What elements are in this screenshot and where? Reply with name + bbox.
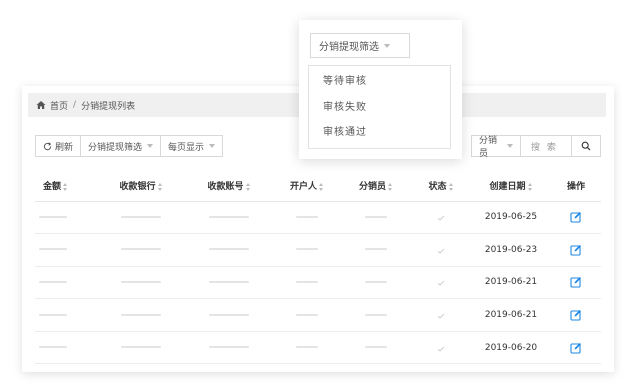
redacted-cell — [273, 233, 341, 267]
date-cell: 2019-06-21 — [471, 298, 551, 332]
breadcrumb-home[interactable]: 首页 — [50, 99, 68, 112]
redacted-cell — [97, 298, 185, 332]
breadcrumb-current: 分销提现列表 — [81, 101, 136, 112]
redacted-cell — [341, 266, 411, 300]
redacted-cell — [97, 266, 185, 300]
filter-label: 分销提现筛选 — [88, 142, 143, 153]
edit-icon[interactable] — [570, 276, 582, 289]
refresh-icon — [43, 141, 52, 150]
redacted-cell — [341, 233, 411, 267]
table-row: 2019-06-20 — [35, 331, 601, 365]
status-check-icon — [437, 312, 445, 319]
search-button[interactable] — [571, 135, 601, 157]
status-cell — [411, 298, 471, 332]
edit-icon[interactable] — [570, 244, 582, 256]
redacted-cell — [35, 331, 97, 365]
chevron-down-icon — [209, 144, 216, 148]
filter-option-pending[interactable]: 等待审核 — [309, 69, 450, 95]
status-cell — [411, 201, 471, 235]
seller-label: 分销员 — [479, 136, 498, 159]
toolbar: 刷新 分销提现筛选 每页显示 — [35, 135, 224, 157]
search-input[interactable]: 搜 索 — [520, 135, 572, 157]
redacted-cell — [97, 233, 185, 267]
refresh-button[interactable]: 刷新 — [35, 135, 82, 157]
action-cell — [551, 266, 601, 300]
table-row: 2019-06-23 — [35, 233, 601, 267]
redacted-cell — [185, 298, 273, 332]
seller-select[interactable]: 分销员 — [471, 135, 521, 159]
status-cell — [411, 331, 471, 365]
filter-options-list: 等待审核 审核失败 审核通过 — [308, 65, 451, 149]
per-page-label: 每页显示 — [168, 142, 205, 153]
redacted-cell — [273, 266, 341, 300]
search-tools: 分销员 搜 索 — [471, 135, 601, 159]
redacted-cell — [341, 201, 411, 235]
col-date[interactable]: 创建日期 — [471, 171, 551, 202]
redacted-cell — [97, 331, 185, 365]
redacted-cell — [341, 298, 411, 332]
filter-dropdown-label: 分销提现筛选 — [319, 42, 379, 53]
redacted-cell — [273, 331, 341, 365]
status-check-icon — [437, 279, 445, 287]
date-cell: 2019-06-23 — [471, 233, 551, 267]
col-amount[interactable]: 金额 — [35, 171, 97, 202]
action-cell — [551, 233, 601, 267]
filter-option-approved[interactable]: 审核通过 — [309, 120, 450, 146]
withdrawal-table: 金额 收款银行 收款账号 开户人 分销员 状态 创建日期 操作 2019-06-… — [35, 171, 601, 365]
col-seller[interactable]: 分销员 — [341, 171, 411, 202]
redacted-cell — [185, 266, 273, 300]
col-holder[interactable]: 开户人 — [273, 171, 341, 202]
table-row: 2019-06-25 — [35, 201, 601, 235]
col-status[interactable]: 状态 — [411, 171, 471, 202]
redacted-cell — [273, 298, 341, 332]
status-cell — [411, 266, 471, 300]
date-cell: 2019-06-25 — [471, 201, 551, 235]
date-cell: 2019-06-21 — [471, 266, 551, 300]
redacted-cell — [35, 233, 97, 267]
col-account[interactable]: 收款账号 — [185, 171, 273, 202]
filter-dropdown-panel: 分销提现筛选 等待审核 审核失败 审核通过 — [299, 20, 462, 159]
status-cell — [411, 233, 471, 267]
status-check-icon — [437, 214, 445, 221]
redacted-cell — [35, 266, 97, 300]
action-cell — [551, 298, 601, 332]
redacted-cell — [185, 233, 273, 267]
edit-icon[interactable] — [570, 342, 582, 354]
filter-option-failed[interactable]: 审核失败 — [309, 95, 450, 121]
filter-dropdown-trigger[interactable]: 分销提现筛选 — [310, 33, 410, 58]
redacted-cell — [97, 201, 185, 235]
filter-dropdown[interactable]: 分销提现筛选 — [80, 135, 162, 157]
redacted-cell — [35, 201, 97, 235]
action-cell — [551, 201, 601, 235]
search-icon — [581, 141, 591, 151]
redacted-cell — [35, 298, 97, 332]
refresh-label: 刷新 — [55, 142, 74, 153]
edit-icon[interactable] — [570, 309, 582, 321]
redacted-cell — [341, 331, 411, 365]
date-cell: 2019-06-20 — [471, 331, 551, 365]
col-bank[interactable]: 收款银行 — [97, 171, 185, 202]
chevron-down-icon — [147, 144, 154, 148]
edit-icon[interactable] — [570, 211, 582, 223]
status-check-icon — [437, 344, 445, 352]
table-row: 2019-06-21 — [35, 266, 601, 300]
per-page-dropdown[interactable]: 每页显示 — [160, 135, 224, 157]
status-check-icon — [437, 247, 445, 254]
redacted-cell — [185, 201, 273, 235]
table-row: 2019-06-21 — [35, 298, 601, 332]
redacted-cell — [185, 331, 273, 365]
home-icon[interactable] — [36, 100, 46, 110]
chevron-down-icon — [507, 144, 513, 148]
action-cell — [551, 331, 601, 365]
table-header-row: 金额 收款银行 收款账号 开户人 分销员 状态 创建日期 操作 — [35, 171, 601, 202]
redacted-cell — [273, 201, 341, 235]
col-actions: 操作 — [551, 171, 601, 202]
chevron-down-icon — [384, 43, 390, 48]
breadcrumb-separator: / — [73, 100, 77, 110]
